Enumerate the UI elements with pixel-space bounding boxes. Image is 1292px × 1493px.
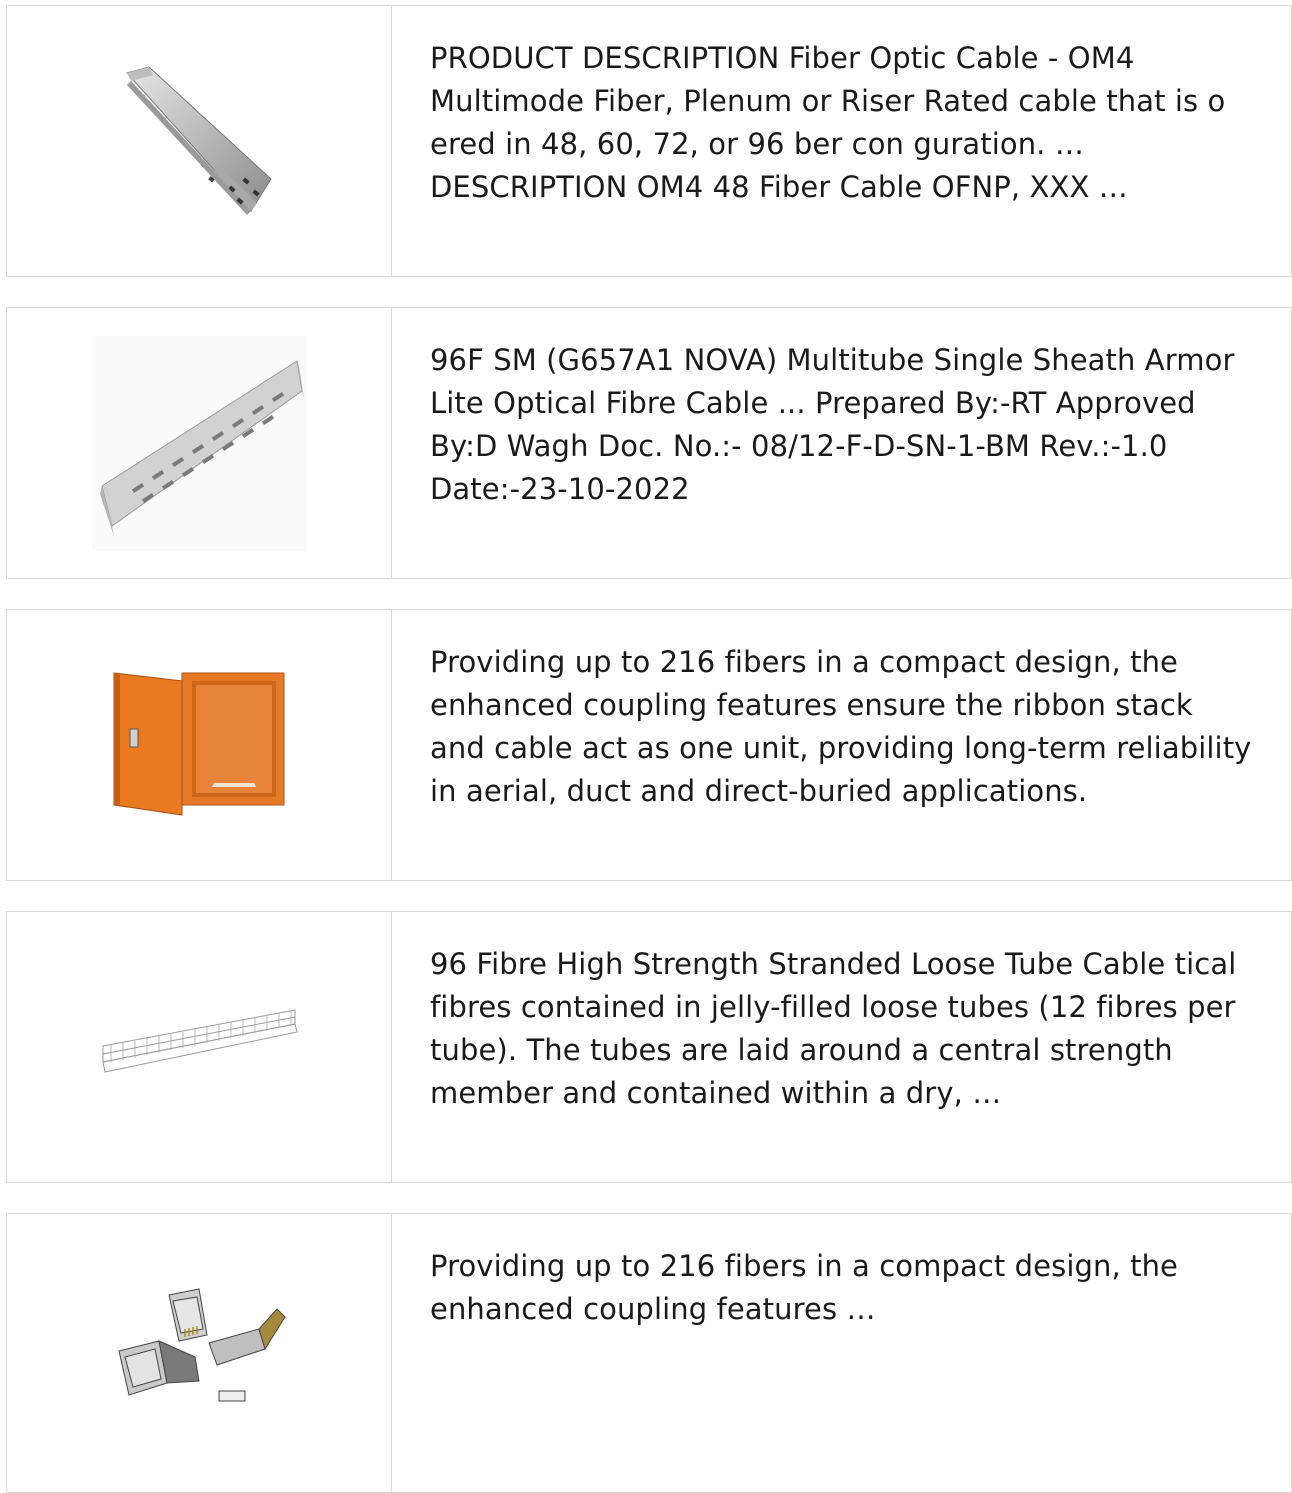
electrical-enclosure-icon xyxy=(113,672,285,816)
product-image-perforated-tray[interactable] xyxy=(7,308,392,578)
product-link[interactable]: 96 Fibre High Strength Stranded Loose Tu… xyxy=(430,947,1236,1110)
product-image-enclosure[interactable] xyxy=(7,610,392,880)
product-image-wire-mesh-tray[interactable] xyxy=(7,912,392,1182)
product-card[interactable]: PRODUCT DESCRIPTION Fiber Optic Cable - … xyxy=(6,5,1292,277)
perforated-tray-icon xyxy=(91,335,307,551)
product-description: 96F SM (G657A1 NOVA) Multitube Single Sh… xyxy=(392,308,1291,578)
product-card[interactable]: 96F SM (G657A1 NOVA) Multitube Single Sh… xyxy=(6,307,1292,579)
product-card[interactable]: Providing up to 216 fibers in a compact … xyxy=(6,1213,1292,1493)
product-card[interactable]: 96 Fibre High Strength Stranded Loose Tu… xyxy=(6,911,1292,1183)
product-card[interactable]: Providing up to 216 fibers in a compact … xyxy=(6,609,1292,881)
product-description: PRODUCT DESCRIPTION Fiber Optic Cable - … xyxy=(392,6,1291,276)
steel-trunking-icon xyxy=(126,66,272,215)
product-description: Providing up to 216 fibers in a compact … xyxy=(392,610,1291,880)
wire-mesh-tray-icon xyxy=(102,1009,298,1073)
product-description: Providing up to 216 fibers in a compact … xyxy=(392,1214,1291,1492)
rj45-connector-icon xyxy=(118,1288,286,1402)
product-link[interactable]: 96F SM (G657A1 NOVA) Multitube Single Sh… xyxy=(430,343,1234,506)
product-link[interactable]: Providing up to 216 fibers in a compact … xyxy=(430,1249,1178,1326)
product-image-steel-trunking[interactable] xyxy=(7,6,392,276)
product-link[interactable]: PRODUCT DESCRIPTION Fiber Optic Cable - … xyxy=(430,41,1225,204)
product-description: 96 Fibre High Strength Stranded Loose Tu… xyxy=(392,912,1291,1182)
product-link[interactable]: Providing up to 216 fibers in a compact … xyxy=(430,645,1251,808)
product-image-rj45-connectors[interactable] xyxy=(7,1214,392,1492)
